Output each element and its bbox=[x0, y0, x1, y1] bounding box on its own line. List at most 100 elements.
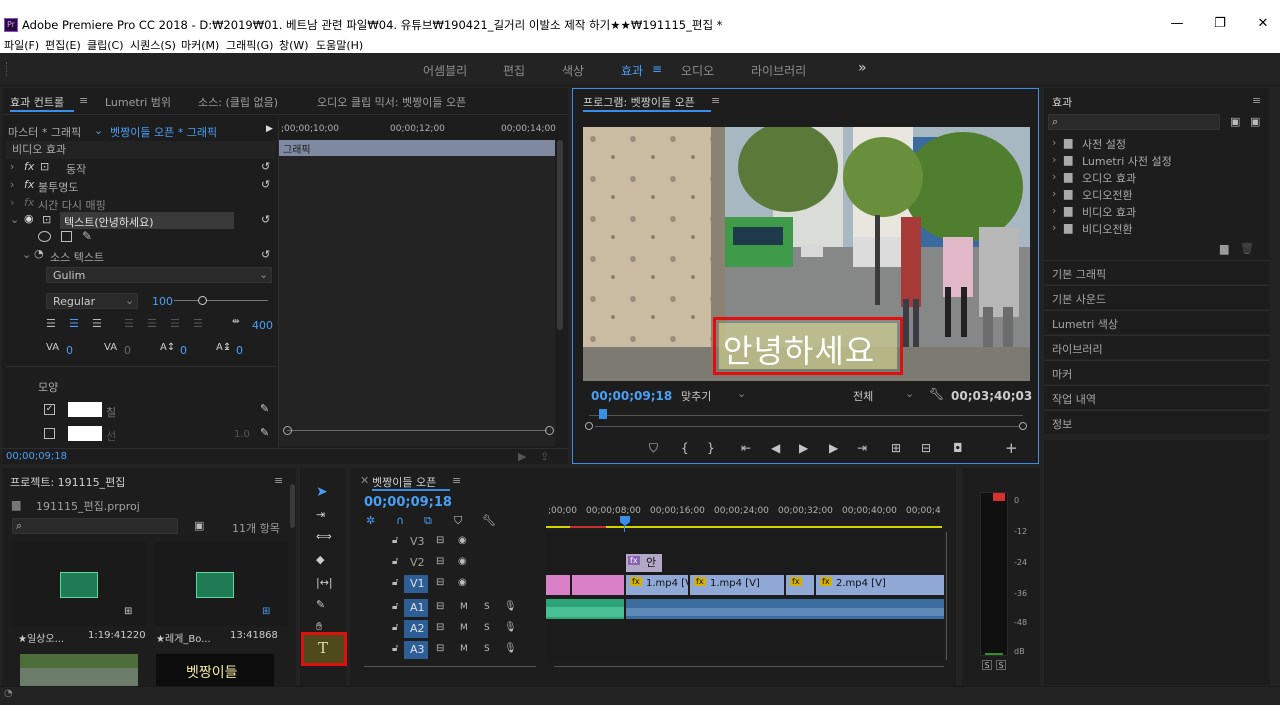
sync-lock-icon[interactable]: ⊟ bbox=[436, 601, 444, 612]
lock-icon[interactable]: 🔓︎ bbox=[392, 643, 398, 654]
sync-lock-icon[interactable]: ⊟ bbox=[436, 643, 444, 654]
play-icon[interactable]: ▶ bbox=[799, 441, 808, 455]
eye-icon[interactable]: ◉ bbox=[458, 535, 467, 546]
graphic-clip[interactable]: fx 안 bbox=[626, 554, 662, 572]
wrench-icon[interactable]: 🔧︎ bbox=[482, 514, 496, 527]
pen-mask-icon[interactable]: ✎ bbox=[82, 229, 92, 243]
workspace-effects[interactable]: 효과 bbox=[621, 62, 643, 79]
selection-tool-icon[interactable]: ➤ bbox=[316, 484, 328, 500]
playhead-marker[interactable] bbox=[599, 409, 607, 419]
extract-icon[interactable]: ⊟ bbox=[921, 441, 931, 455]
add-button-icon[interactable]: + bbox=[1005, 439, 1018, 457]
timeline-timecode[interactable]: 00;00;09;18 bbox=[364, 495, 452, 510]
effect-row-text[interactable]: ⌄ ◉ ⊡ 텍스트(안녕하세요) ↺ bbox=[2, 212, 274, 230]
fill-color-swatch[interactable] bbox=[68, 402, 102, 417]
tab-source[interactable]: 소스: (클립 없음) bbox=[198, 94, 278, 110]
graphic-clip-bar[interactable]: 그래픽 bbox=[279, 140, 555, 156]
rectangle-mask-icon[interactable] bbox=[61, 231, 72, 242]
close-button[interactable]: ✕ bbox=[1248, 16, 1278, 34]
solo-button[interactable]: S bbox=[484, 623, 490, 633]
solo-left-button[interactable]: S bbox=[982, 660, 992, 670]
font-family-select[interactable]: Gulim ⌄ bbox=[46, 267, 272, 283]
slip-tool-icon[interactable]: |↔| bbox=[316, 576, 333, 589]
render-status-icon[interactable]: ◔ bbox=[4, 688, 13, 699]
font-size-slider[interactable] bbox=[174, 300, 268, 301]
lock-icon[interactable]: 🔓︎ bbox=[392, 622, 398, 633]
effect-row-time-remap[interactable]: › fx 시간 다시 매핑 bbox=[2, 195, 274, 213]
solo-button[interactable]: S bbox=[484, 644, 490, 654]
tab-audio-clip-mixer[interactable]: 오디오 클립 믹서: 벳짱이들 오픈 bbox=[317, 94, 466, 110]
eye-icon[interactable]: ◉ bbox=[458, 577, 467, 588]
new-bin-icon[interactable]: ▆ bbox=[1220, 242, 1228, 255]
menu-graphics[interactable]: 그래픽(G) bbox=[226, 37, 273, 53]
solo-button[interactable]: S bbox=[484, 602, 490, 612]
slider-handle[interactable] bbox=[198, 296, 207, 305]
justify-all-icon[interactable]: ☰ bbox=[193, 317, 203, 330]
sync-lock-icon[interactable]: ⊟ bbox=[436, 577, 444, 588]
sequence-tab[interactable]: 벳짱이들 오픈 bbox=[372, 474, 436, 490]
menu-marker[interactable]: 마커(M) bbox=[181, 37, 219, 53]
ec-zoom-bar[interactable] bbox=[287, 430, 547, 431]
project-search-input[interactable]: ⌕ bbox=[12, 518, 178, 534]
audio-thumbnail-2[interactable]: ⊞ bbox=[154, 542, 288, 626]
align-left-icon[interactable]: ☰ bbox=[46, 317, 56, 330]
sequence-clip-label[interactable]: 벳짱이들 오픈 * 그래픽 bbox=[110, 124, 217, 142]
go-to-out-icon[interactable]: ⇥ bbox=[857, 441, 867, 455]
folder-presets[interactable]: › ▆ 사전 설정 bbox=[1048, 136, 1258, 154]
item-name[interactable]: ★레게_Bo... bbox=[156, 630, 211, 645]
clip-indicator[interactable] bbox=[993, 493, 1005, 501]
eyedropper-icon[interactable]: ✎ bbox=[260, 426, 269, 439]
folder-video-transitions[interactable]: › ▆ 비디오전환 bbox=[1048, 221, 1258, 239]
workspace-libraries[interactable]: 라이브러리 bbox=[751, 62, 806, 79]
justify-center-icon[interactable]: ☰ bbox=[147, 317, 157, 330]
timeline-ruler[interactable]: ;00;00 00;00;08;00 00;00;16;00 00;00;24;… bbox=[546, 504, 944, 530]
panel-menu-icon[interactable]: ≡ bbox=[274, 474, 283, 487]
video-clip[interactable] bbox=[572, 575, 608, 595]
video-clip-3[interactable]: fx 2.mp4 [V] bbox=[816, 575, 944, 595]
folder-video-effects[interactable]: › ▆ 비디오 효과 bbox=[1048, 204, 1258, 222]
more-workspaces-button[interactable]: » bbox=[858, 60, 867, 76]
leading-value[interactable]: 0 bbox=[236, 344, 243, 357]
snap-icon[interactable]: ∩ bbox=[396, 514, 404, 527]
lift-icon[interactable]: ⊞ bbox=[891, 441, 901, 455]
tab-menu-icon[interactable]: ≡ bbox=[79, 94, 88, 107]
microphone-icon[interactable]: 🎙︎ bbox=[504, 643, 517, 654]
mute-button[interactable]: M bbox=[460, 602, 468, 612]
ec-timecode[interactable]: 00;00;09;18 bbox=[6, 451, 67, 462]
sync-lock-icon[interactable]: ⊟ bbox=[436, 556, 444, 567]
program-zoom-bar[interactable] bbox=[595, 426, 1019, 427]
minimize-button[interactable]: — bbox=[1162, 16, 1192, 34]
add-marker-icon[interactable]: ⛉ bbox=[454, 514, 462, 528]
ripple-edit-icon[interactable]: ⟺ bbox=[316, 530, 332, 543]
workspace-menu-icon[interactable]: ≡ bbox=[652, 62, 662, 76]
program-scrubber[interactable] bbox=[589, 415, 1023, 416]
fill-checkbox[interactable]: ✓ bbox=[44, 404, 55, 415]
menu-edit[interactable]: 편집(E) bbox=[45, 37, 81, 53]
tab-lumetri-scopes[interactable]: Lumetri 범위 bbox=[105, 94, 171, 110]
video-thumbnail-1[interactable] bbox=[20, 654, 138, 686]
menu-help[interactable]: 도움말(H) bbox=[316, 37, 363, 53]
folder-audio-transitions[interactable]: › ▆ 오디오전환 bbox=[1048, 187, 1258, 205]
zoom-handle-left[interactable] bbox=[283, 426, 292, 435]
play-icon[interactable]: ▶ bbox=[266, 124, 273, 142]
project-scrollbar[interactable] bbox=[290, 484, 295, 528]
section-history[interactable]: 작업 내역 bbox=[1044, 385, 1270, 409]
mark-out-icon[interactable]: } bbox=[707, 441, 715, 455]
timeline-v-scroll[interactable] bbox=[946, 532, 947, 660]
pen-tool-icon[interactable]: ✎ bbox=[316, 598, 325, 611]
audio-clip[interactable] bbox=[626, 599, 944, 619]
video-thumbnail-2[interactable]: 벳짱이들 bbox=[156, 654, 274, 686]
go-to-in-icon[interactable]: ⇤ bbox=[741, 441, 751, 455]
align-center-icon[interactable]: ☰ bbox=[69, 317, 79, 330]
effects-search-input[interactable]: ⌕ bbox=[1048, 114, 1220, 130]
effect-row-opacity[interactable]: › fx 불투명도 ↺ bbox=[2, 177, 274, 195]
maximize-button[interactable]: ❐ bbox=[1205, 16, 1235, 34]
panel-menu-icon[interactable]: ≡ bbox=[1252, 94, 1261, 107]
video-clip-2[interactable]: fx 1.mp4 [V] bbox=[690, 575, 784, 595]
font-style-select[interactable]: Regular ⌄ bbox=[46, 293, 138, 309]
zoom-handle-right[interactable] bbox=[1019, 422, 1027, 430]
close-icon[interactable]: ✕ bbox=[360, 474, 369, 487]
section-libraries[interactable]: 라이브러리 bbox=[1044, 335, 1270, 359]
ellipse-mask-icon[interactable] bbox=[38, 231, 51, 242]
effect-row-motion[interactable]: › fx ⊡ 동작 ↺ bbox=[2, 159, 274, 177]
